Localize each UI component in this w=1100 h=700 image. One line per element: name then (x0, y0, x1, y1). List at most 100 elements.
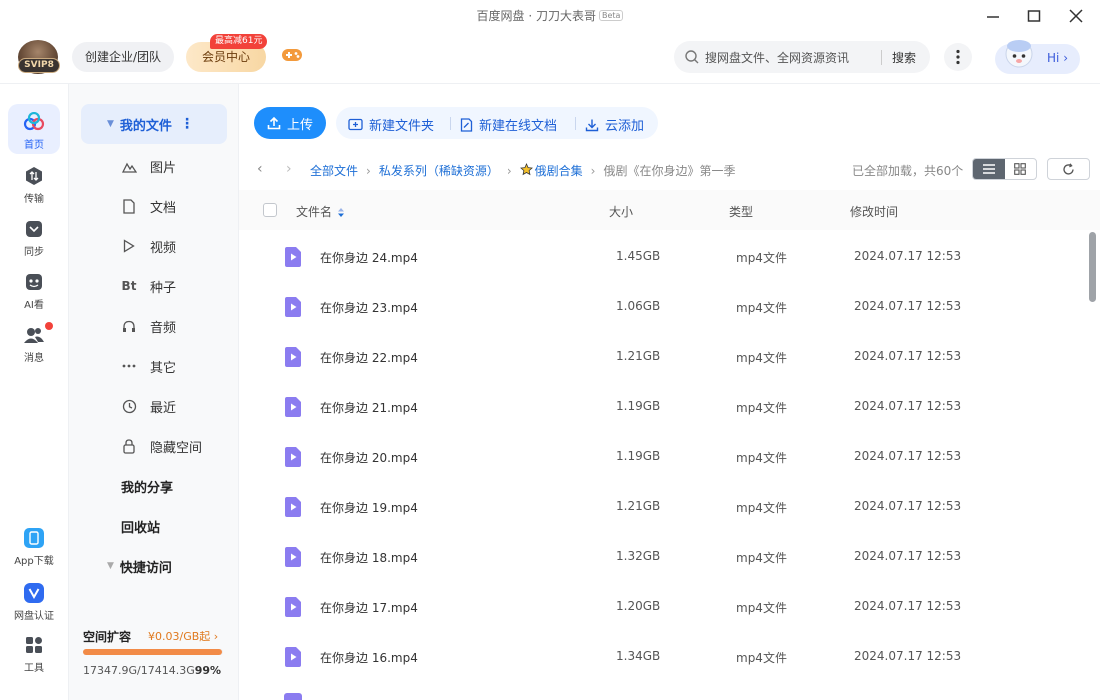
table-row[interactable]: 在你身边 23.mp4 1.06GB mp4文件 2024.07.17 12:53 (239, 282, 1089, 332)
new-folder-label: 新建文件夹 (369, 119, 435, 134)
table-row[interactable]: 在你身边 18.mp4 1.32GB mp4文件 2024.07.17 12:53 (239, 532, 1089, 582)
table-row[interactable]: 在你身边 17.mp4 1.20GB mp4文件 2024.07.17 12:53 (239, 582, 1089, 632)
game-icon[interactable] (281, 47, 303, 67)
file-size: 1.21GB (616, 349, 661, 363)
breadcrumb-item-russian-drama[interactable]: 俄剧合集 (535, 162, 583, 179)
rail-item-transfer[interactable]: 传输 (8, 165, 60, 205)
sidebar-item-hidden-space[interactable]: 隐藏空间 (69, 426, 239, 466)
breadcrumb-item-all-files[interactable]: 全部文件 (310, 162, 358, 179)
sidebar-item-recent[interactable]: 最近 (69, 386, 239, 426)
breadcrumb-item-private-series[interactable]: 私发系列（稀缺资源） (379, 162, 499, 179)
forward-arrow-icon[interactable]: › (286, 161, 292, 177)
headphones-icon (121, 320, 137, 333)
file-sidebar: ▼ 我的文件 ⋮ 图片 文档 视频 Bt 种子 音频 其它 最近 隐藏空间 我的… (69, 84, 239, 700)
sidebar-item-quick-access[interactable]: ▼ 快捷访问 (69, 546, 239, 586)
table-row[interactable]: 在你身边 19.mp4 1.21GB mp4文件 2024.07.17 12:53 (239, 482, 1089, 532)
search-button[interactable]: 搜索 (892, 49, 916, 66)
table-row[interactable]: 在你身边 24.mp4 1.45GB mp4文件 2024.07.17 12:53 (239, 232, 1089, 282)
new-online-doc-button[interactable]: 新建在线文档 (460, 115, 557, 134)
cloud-add-button[interactable]: 云添加 (585, 115, 644, 134)
scrollbar[interactable] (1088, 232, 1097, 700)
sidebar-item-my-files[interactable]: ▼ 我的文件 ⋮ (69, 104, 239, 144)
storage-expand-link[interactable]: ¥0.03/GB起 › (148, 628, 218, 644)
rail-item-sync[interactable]: 同步 (8, 218, 60, 258)
more-menu-button[interactable] (944, 43, 972, 71)
file-name[interactable]: 在你身边 19.mp4 (320, 499, 418, 516)
file-name[interactable]: 在你身边 21.mp4 (320, 399, 418, 416)
video-file-icon (285, 397, 301, 417)
table-row[interactable]: 在你身边 16.mp4 1.34GB mp4文件 2024.07.17 12:53 (239, 632, 1089, 682)
sidebar-item-documents[interactable]: 文档 (69, 186, 239, 226)
file-name[interactable]: 在你身边 24.mp4 (320, 249, 418, 266)
file-name[interactable]: 在你身边 18.mp4 (320, 549, 418, 566)
rail-item-verify[interactable]: 网盘认证 (8, 582, 60, 622)
sidebar-item-my-share[interactable]: 我的分享 (69, 466, 239, 506)
grid-view-button[interactable] (1005, 159, 1037, 179)
document-icon (121, 198, 137, 214)
file-name[interactable]: 在你身边 17.mp4 (320, 599, 418, 616)
more-vertical-icon[interactable]: ⋮ (180, 116, 194, 132)
refresh-button[interactable] (1047, 158, 1090, 180)
column-header-type[interactable]: 类型 (729, 203, 753, 220)
my-files-label: 我的文件 (119, 118, 172, 134)
sidebar-label: 隐藏空间 (150, 440, 203, 456)
table-row[interactable]: 在你身边 20.mp4 1.19GB mp4文件 2024.07.17 12:53 (239, 432, 1089, 482)
rail-item-ai[interactable]: AI看 (8, 271, 60, 311)
mascot-icon (1005, 40, 1033, 68)
rail-item-tools[interactable]: 工具 (8, 634, 60, 674)
file-mtime: 2024.07.17 12:53 (854, 449, 962, 463)
sidebar-item-other[interactable]: 其它 (69, 346, 239, 386)
partial-file-icon (284, 693, 302, 700)
file-name[interactable]: 在你身边 22.mp4 (320, 349, 418, 366)
rail-item-app-download[interactable]: App下载 (8, 527, 60, 567)
create-team-button[interactable]: 创建企业/团队 (72, 42, 175, 72)
file-name[interactable]: 在你身边 20.mp4 (320, 449, 418, 466)
sidebar-item-images[interactable]: 图片 (69, 146, 239, 186)
storage-usage: 17347.9G/17414.3G99% (83, 664, 221, 677)
minimize-button[interactable] (978, 4, 1008, 28)
search-input[interactable]: 搜网盘文件、全网资源资讯 (705, 49, 849, 66)
table-row[interactable]: 在你身边 22.mp4 1.21GB mp4文件 2024.07.17 12:53 (239, 332, 1089, 382)
view-toggle (972, 158, 1037, 180)
sort-icon (338, 208, 345, 217)
table-header: 文件名 大小 类型 修改时间 (239, 190, 1100, 230)
close-button[interactable] (1061, 4, 1091, 28)
sidebar-item-audio[interactable]: 音频 (69, 306, 239, 346)
edit-doc-icon (460, 117, 473, 132)
search-icon (685, 50, 699, 64)
assistant-pill[interactable]: Hi › (995, 40, 1080, 74)
upload-button[interactable]: 上传 (254, 107, 326, 139)
table-row[interactable]: 在你身边 21.mp4 1.19GB mp4文件 2024.07.17 12:53 (239, 382, 1089, 432)
file-name[interactable]: 在你身边 23.mp4 (320, 299, 418, 316)
column-header-size[interactable]: 大小 (609, 203, 633, 220)
file-type: mp4文件 (736, 451, 787, 465)
back-arrow-icon[interactable]: ‹ (257, 161, 263, 177)
select-all-checkbox[interactable] (263, 203, 277, 217)
file-mtime: 2024.07.17 12:53 (854, 299, 962, 313)
rail-label-sync: 同步 (24, 247, 44, 258)
rail-item-home[interactable]: 首页 (8, 104, 60, 154)
rail-item-message[interactable]: 消息 (8, 322, 60, 364)
scrollbar-thumb[interactable] (1089, 232, 1096, 302)
sidebar-item-recycle-bin[interactable]: 回收站 (69, 506, 239, 546)
list-view-button[interactable] (973, 159, 1005, 179)
sidebar-item-videos[interactable]: 视频 (69, 226, 239, 266)
new-folder-button[interactable]: 新建文件夹 (348, 115, 434, 134)
beta-badge: Beta (599, 10, 624, 21)
hi-text: Hi (1047, 51, 1060, 65)
file-size: 1.06GB (616, 299, 661, 313)
maximize-button[interactable] (1019, 4, 1049, 28)
tools-icon (23, 634, 45, 656)
search-box[interactable]: 搜网盘文件、全网资源资讯 搜索 (674, 41, 930, 73)
quick-access-label: 快捷访问 (119, 560, 172, 576)
sidebar-label: 视频 (150, 240, 177, 256)
sidebar-item-torrents[interactable]: Bt 种子 (69, 266, 239, 306)
phone-icon (23, 527, 45, 549)
file-mtime: 2024.07.17 12:53 (854, 249, 962, 263)
file-name[interactable]: 在你身边 16.mp4 (320, 649, 418, 666)
file-type: mp4文件 (736, 301, 787, 315)
toolbar-group: 新建文件夹 新建在线文档 云添加 (336, 107, 658, 139)
rail-label-home: 首页 (24, 140, 44, 151)
column-header-name[interactable]: 文件名 (296, 203, 345, 220)
column-header-mtime[interactable]: 修改时间 (850, 203, 898, 220)
